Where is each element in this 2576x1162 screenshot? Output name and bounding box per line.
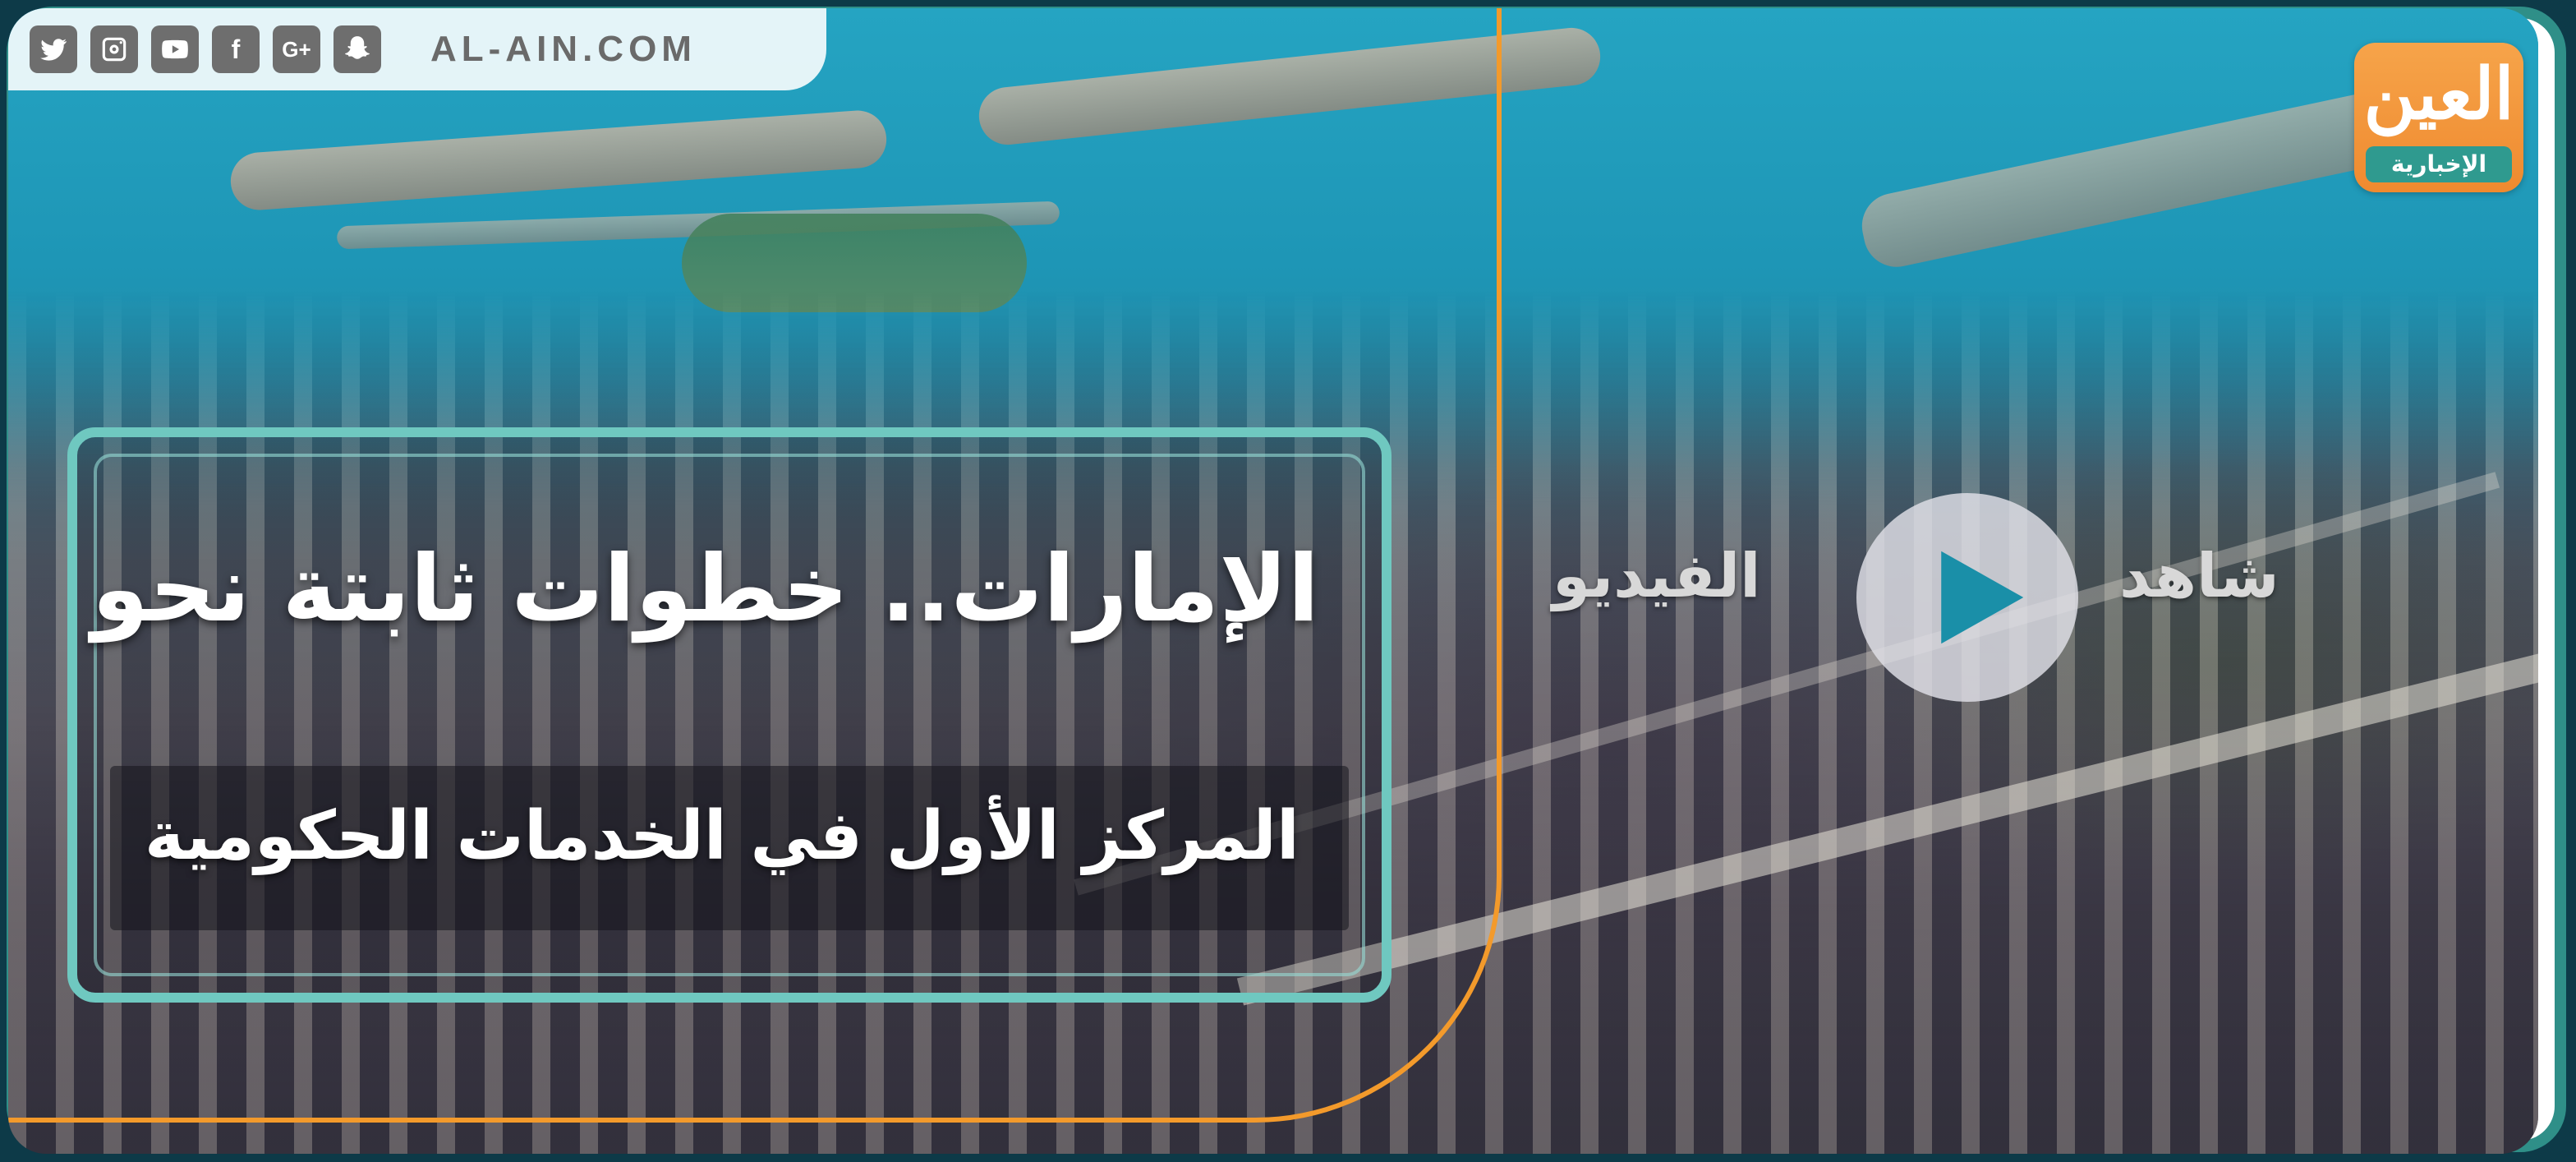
watch-label: شاهد <box>2119 541 2279 611</box>
site-url[interactable]: AL-AIN.COM <box>430 29 697 70</box>
play-icon <box>1941 551 2024 644</box>
social-bar: f G+ AL-AIN.COM <box>8 8 826 90</box>
facebook-icon[interactable]: f <box>212 25 260 73</box>
video-label: الفيديو <box>1552 541 1761 611</box>
logo-sub-text: الإخبارية <box>2366 146 2512 182</box>
headline-line-1: الإمارات.. خطوات ثابتة نحو <box>91 536 1319 643</box>
twitter-icon[interactable] <box>30 25 77 73</box>
google-plus-icon[interactable]: G+ <box>273 25 320 73</box>
instagram-icon[interactable] <box>90 25 138 73</box>
logo-main-text: العين <box>2363 53 2514 136</box>
youtube-icon[interactable] <box>151 25 199 73</box>
video-thumbnail[interactable]: f G+ AL-AIN.COM العين الإخبارية الإمارات… <box>8 8 2538 1154</box>
headline-subtitle-bar: المركز الأول في الخدمات الحكومية <box>110 766 1349 930</box>
orange-accent-line-horizontal <box>8 1118 994 1123</box>
snapchat-icon[interactable] <box>334 25 381 73</box>
headline-box: الإمارات.. خطوات ثابتة نحو المركز الأول … <box>67 427 1392 1003</box>
play-button[interactable] <box>1856 493 2078 702</box>
video-thumbnail-frame: f G+ AL-AIN.COM العين الإخبارية الإمارات… <box>0 0 2576 1162</box>
headline-line-2: المركز الأول في الخدمات الحكومية <box>144 797 1300 875</box>
al-ain-logo: العين الإخبارية <box>2354 43 2523 192</box>
